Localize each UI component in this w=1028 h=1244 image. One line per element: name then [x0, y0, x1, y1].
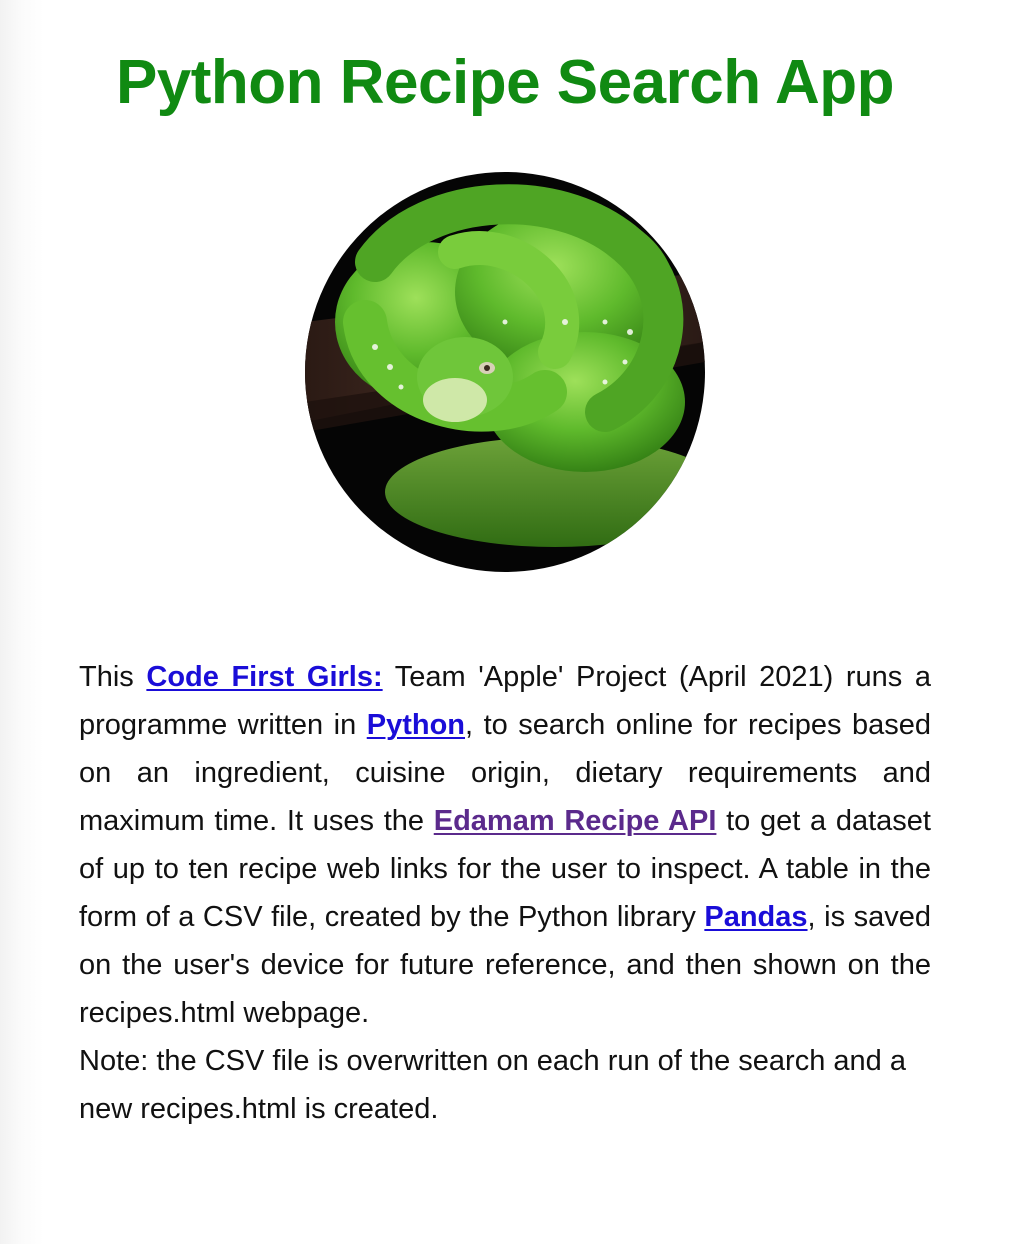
edamam-api-link[interactable]: Edamam Recipe API [434, 805, 717, 837]
python-link[interactable]: Python [367, 709, 465, 741]
page-title: Python Recipe Search App [115, 48, 895, 117]
project-description: This Code First Girls: Team 'Apple' Proj… [79, 653, 931, 1133]
pandas-link[interactable]: Pandas [704, 901, 807, 933]
description-paragraph: This Code First Girls: Team 'Apple' Proj… [79, 653, 931, 1037]
description-note: Note: the CSV file is overwritten on eac… [79, 1045, 906, 1125]
python-image [305, 172, 705, 572]
description-text: This [79, 661, 147, 693]
snake-icon [305, 172, 705, 572]
code-first-girls-link[interactable]: Code First Girls: [146, 661, 382, 693]
page: Python Recipe Search App This Code First… [0, 0, 1028, 1244]
